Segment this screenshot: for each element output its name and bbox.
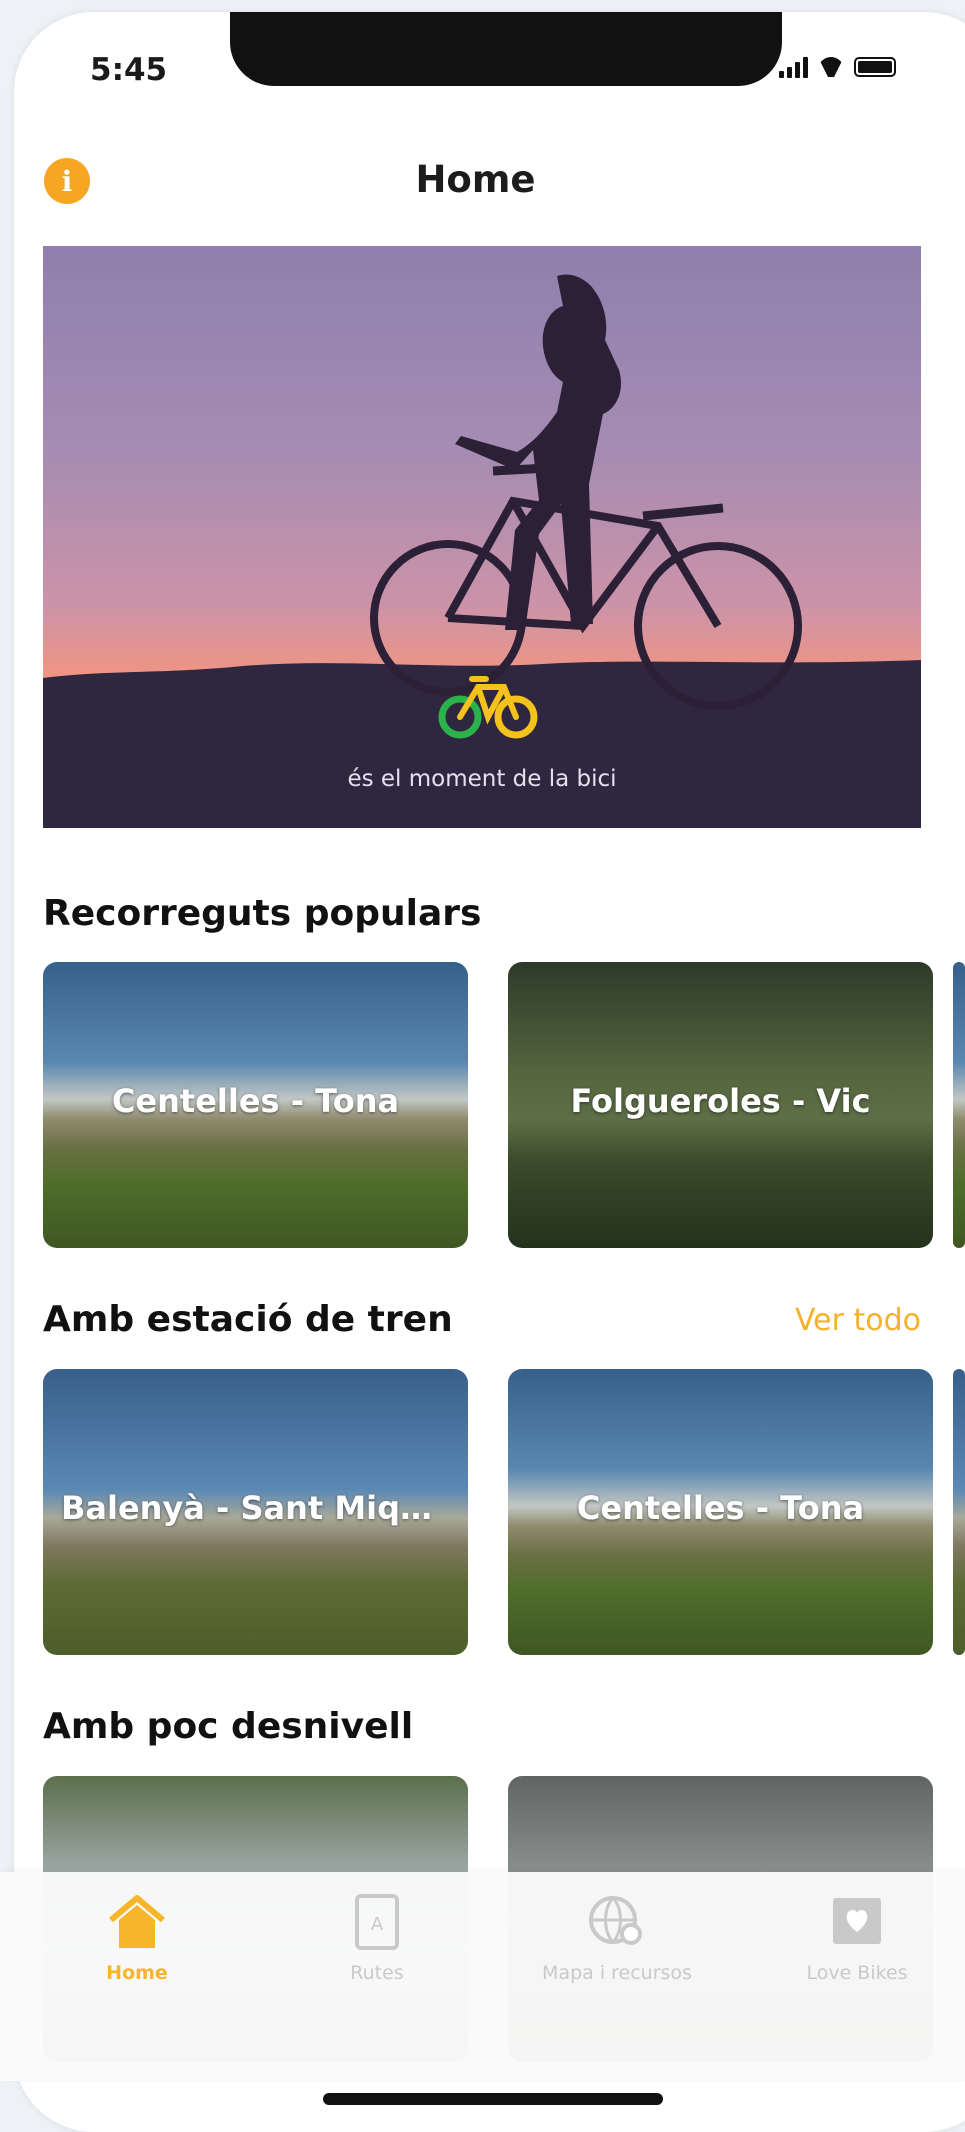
tab-label: Rutes: [350, 1962, 404, 1984]
tab-label: Home: [106, 1962, 168, 1984]
route-card-label: Folgueroles - Vic: [570, 1082, 871, 1120]
route-card-label: Centelles - Tona: [111, 1082, 400, 1120]
section-title-popular: Recorreguts populars: [43, 893, 482, 934]
tab-mapa[interactable]: Mapa i recursos: [497, 1890, 737, 1984]
tab-bar: Home A Rutes Mapa i recursos Love Bikes: [0, 1872, 965, 2081]
status-icons: [779, 56, 896, 78]
hero-slogan: és el moment de la bici: [347, 766, 617, 792]
status-time: 5:45: [90, 52, 168, 88]
home-icon: [109, 1895, 165, 1948]
tab-label: Love Bikes: [806, 1962, 908, 1984]
tab-love-bikes[interactable]: Love Bikes: [737, 1890, 965, 1984]
section-title-train: Amb estació de tren: [43, 1299, 453, 1340]
route-card-partial[interactable]: [953, 962, 965, 1248]
route-card[interactable]: Centelles - Tona: [43, 962, 468, 1248]
home-indicator[interactable]: [323, 2093, 663, 2105]
route-card[interactable]: Centelles - Tona: [508, 1369, 933, 1655]
bicycle-logo-icon: [438, 676, 538, 739]
globe-pin-icon: [589, 1896, 642, 1945]
svg-text:A: A: [371, 1914, 384, 1935]
wifi-icon: [818, 57, 844, 77]
route-card-partial[interactable]: [953, 1369, 965, 1655]
tab-rutes[interactable]: A Rutes: [257, 1890, 497, 1984]
battery-icon: [854, 57, 896, 77]
hero-banner: és el moment de la bici: [43, 246, 921, 828]
notch: [230, 12, 782, 86]
see-all-link[interactable]: Ver todo: [795, 1303, 921, 1338]
route-card[interactable]: Balenyà - Sant Miqu...: [43, 1369, 468, 1655]
section-title-low-slope: Amb poc desnivell: [43, 1706, 414, 1747]
signal-icon: [779, 56, 808, 78]
tab-label: Mapa i recursos: [542, 1962, 692, 1984]
tab-home[interactable]: Home: [17, 1890, 257, 1984]
route-card[interactable]: Folgueroles - Vic: [508, 962, 933, 1248]
heart-photo-icon: [833, 1898, 881, 1944]
route-card-label: Balenyà - Sant Miqu...: [61, 1489, 460, 1527]
map-book-icon: A: [355, 1894, 399, 1950]
header: i Home: [0, 140, 951, 220]
route-card-label: Centelles - Tona: [576, 1489, 865, 1527]
page-title: Home: [415, 158, 536, 201]
